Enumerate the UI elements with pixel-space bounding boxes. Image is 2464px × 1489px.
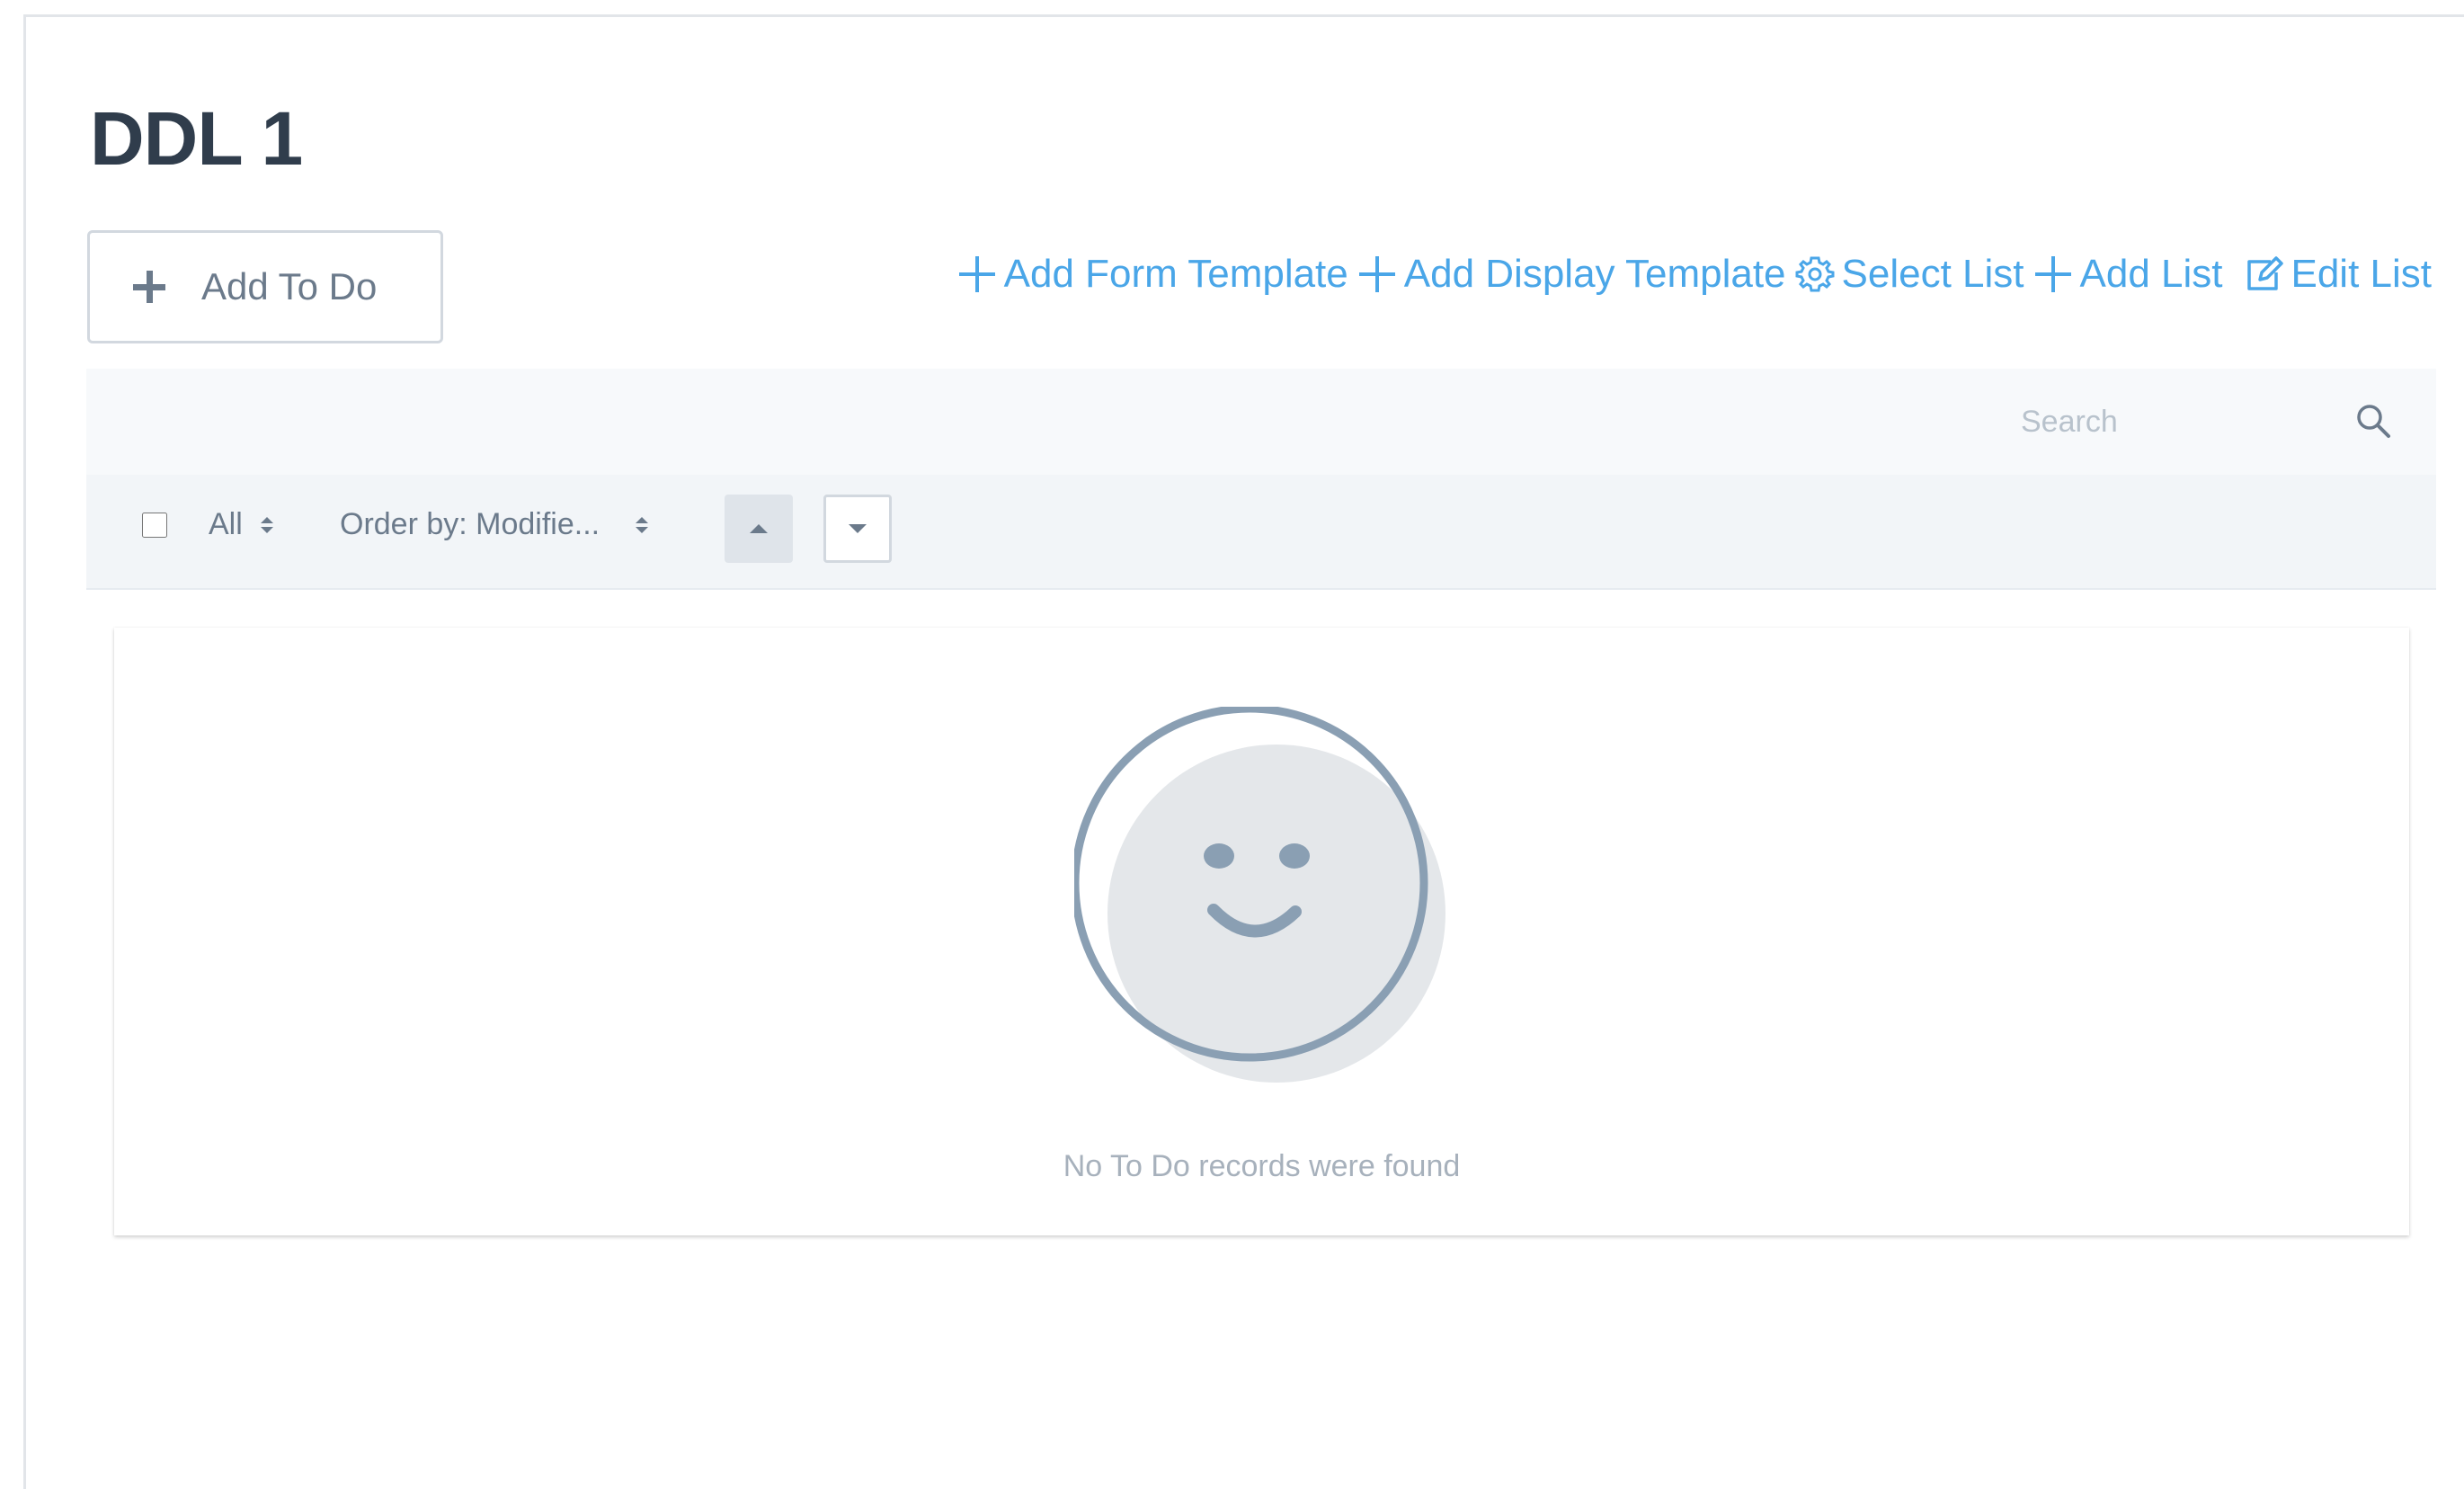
- add-display-template-label: Add Display Template: [1403, 252, 1786, 296]
- caret-up-icon: [750, 524, 768, 533]
- plus-icon: [958, 256, 995, 292]
- sort-descending-button[interactable]: [823, 495, 892, 563]
- page-title: DDL 1: [90, 96, 303, 181]
- smiley-face-icon: [1074, 707, 1445, 1083]
- add-todo-button[interactable]: Add To Do: [87, 230, 443, 343]
- edit-list-label: Edit List: [2291, 252, 2432, 296]
- add-list-link[interactable]: Add List: [2033, 252, 2223, 297]
- edit-icon: [2247, 256, 2284, 290]
- gear-icon: [1795, 256, 1835, 292]
- search-input[interactable]: [2019, 394, 2328, 450]
- select-all-checkbox[interactable]: [142, 513, 167, 538]
- empty-results-card: No To Do records were found: [114, 628, 2409, 1235]
- add-display-template-link[interactable]: Add Display Template: [1357, 252, 1786, 297]
- plus-icon: [1358, 256, 1395, 292]
- search-bar: [86, 369, 2436, 475]
- search-icon[interactable]: [2355, 403, 2391, 439]
- dropdown-caret-icon: [260, 516, 273, 533]
- plus-icon: [133, 271, 165, 303]
- sort-ascending-button[interactable]: [725, 495, 793, 563]
- caret-down-icon: [849, 524, 867, 533]
- select-list-label: Select List: [1841, 252, 2024, 296]
- add-list-label: Add List: [2079, 252, 2223, 296]
- management-bar: All Order by: Modifie...: [86, 475, 2436, 590]
- edit-list-link[interactable]: Edit List: [2244, 252, 2432, 297]
- dropdown-caret-icon: [636, 516, 649, 533]
- toolbar-links: Add Form Template Add Display Template S…: [957, 252, 2432, 297]
- plus-icon: [2034, 256, 2071, 292]
- add-form-template-link[interactable]: Add Form Template: [957, 252, 1348, 297]
- add-form-template-label: Add Form Template: [1003, 252, 1348, 296]
- filter-label: All: [209, 507, 243, 541]
- select-list-link[interactable]: Select List: [1795, 252, 2024, 297]
- add-todo-label: Add To Do: [201, 265, 378, 308]
- filter-dropdown[interactable]: All: [209, 507, 273, 542]
- empty-state-message: No To Do records were found: [1063, 1149, 1461, 1183]
- order-by-label: Order by: Modifie...: [340, 507, 600, 541]
- order-by-dropdown[interactable]: Order by: Modifie...: [340, 507, 649, 542]
